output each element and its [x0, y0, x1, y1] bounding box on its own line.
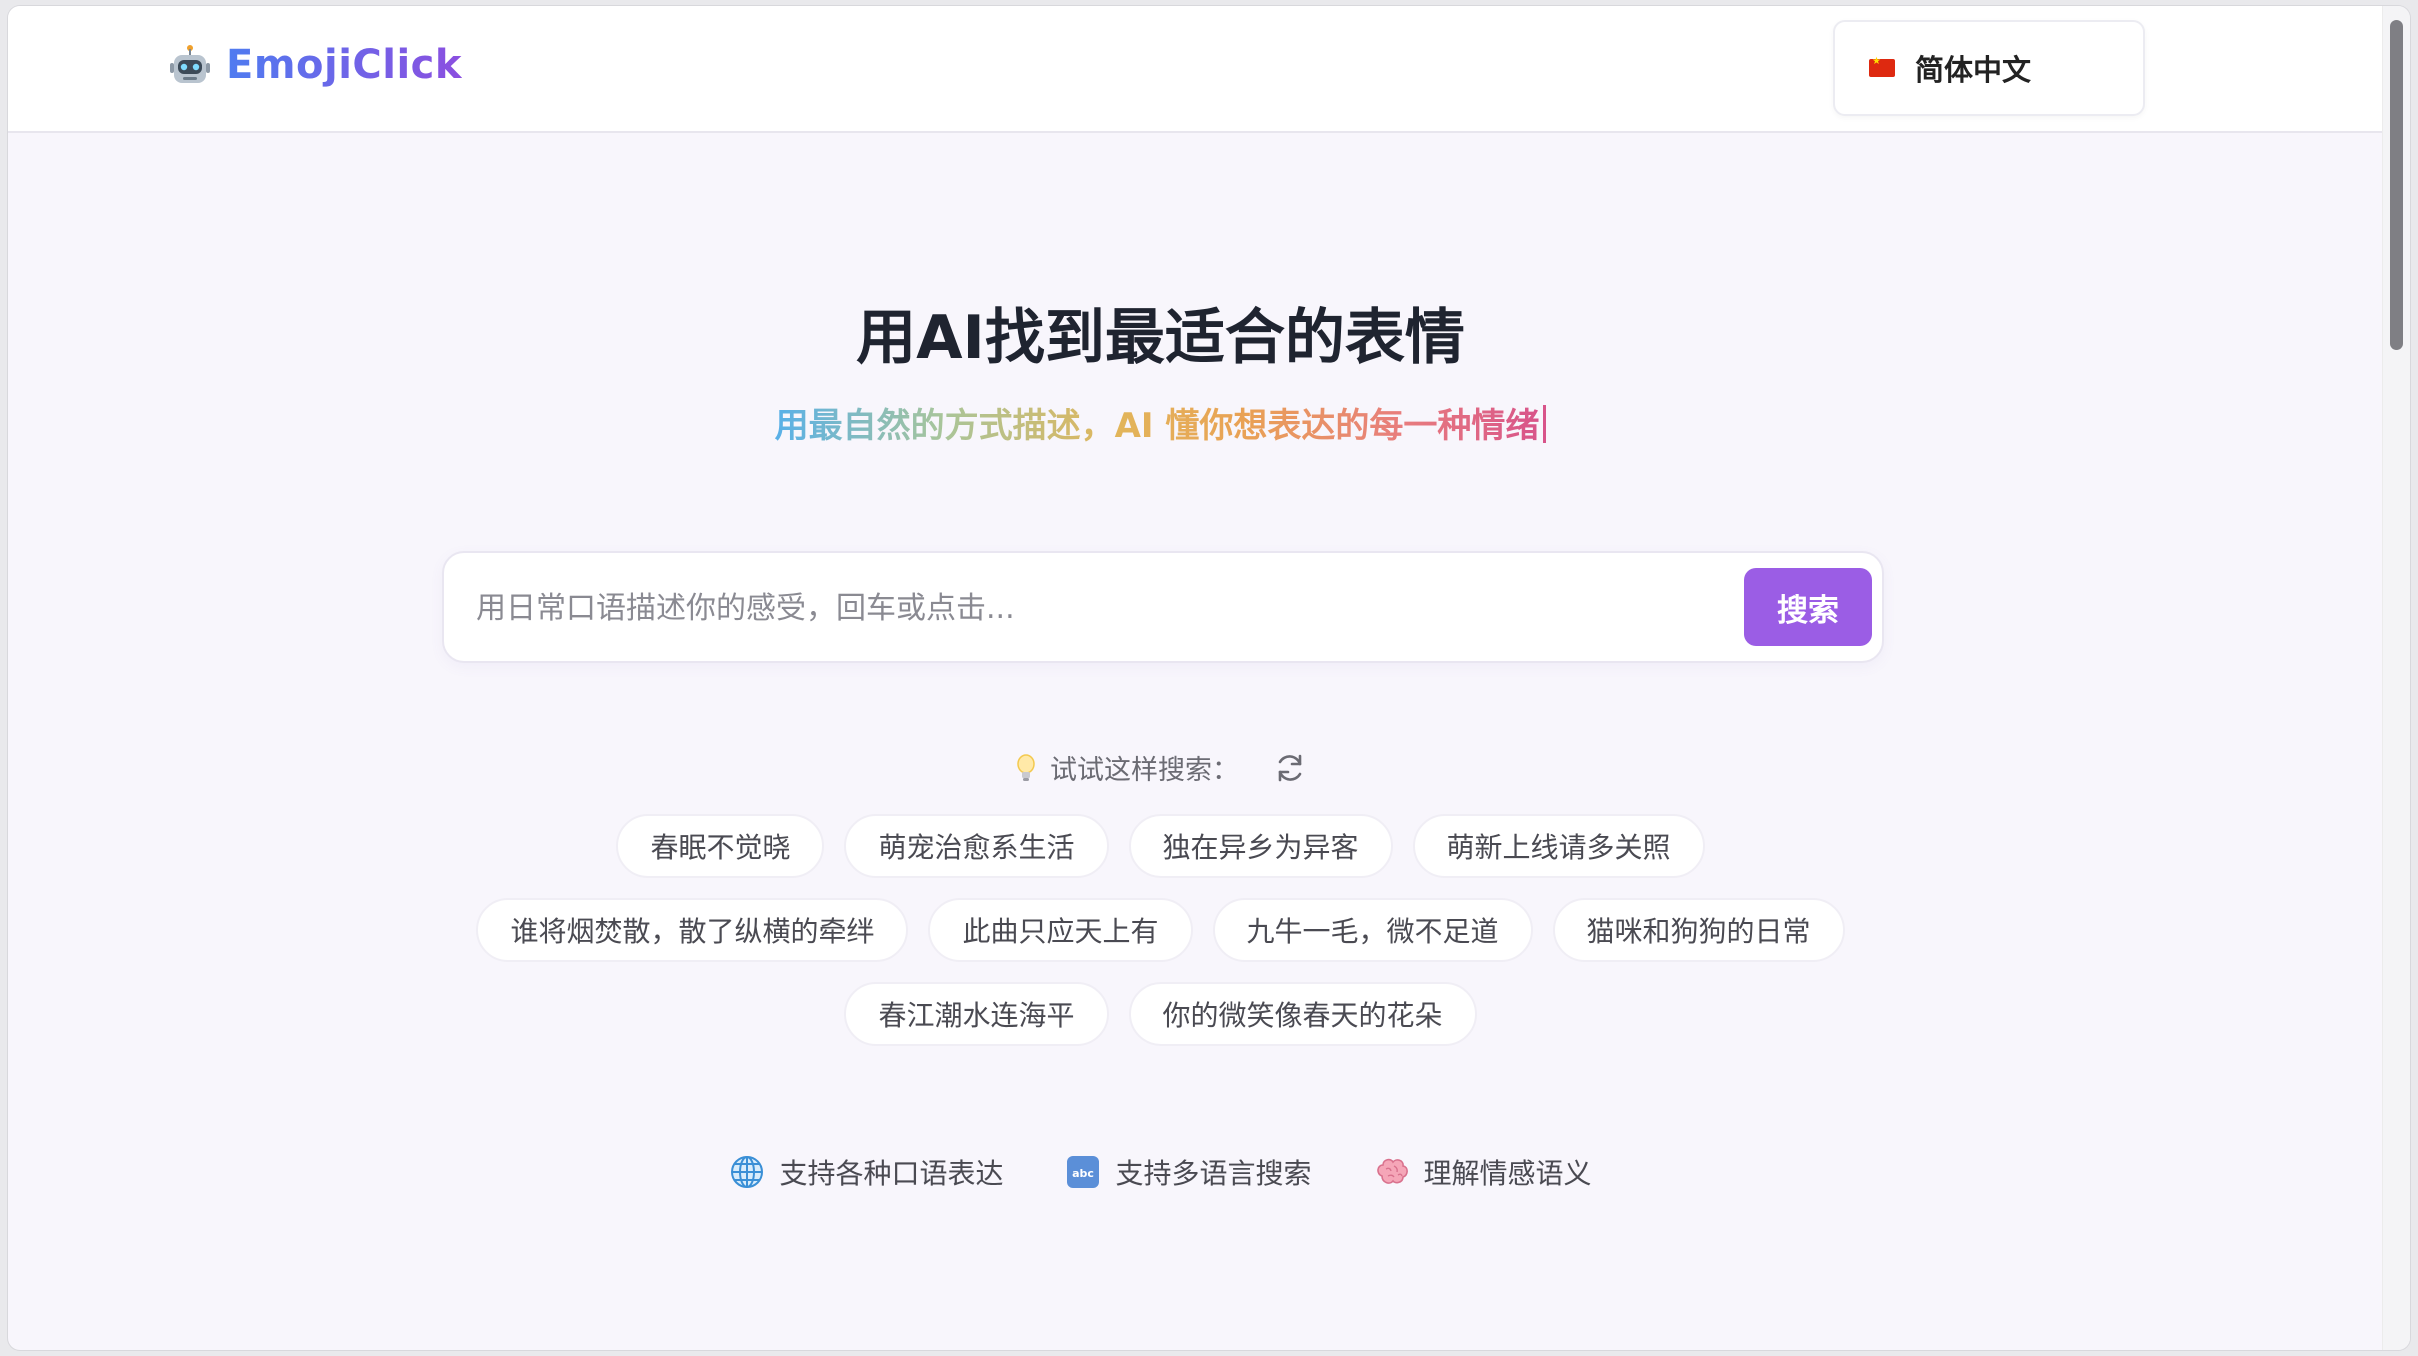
logo-link[interactable]: EmojiClick: [168, 42, 462, 88]
suggestions-header: 试试这样搜索：: [8, 748, 2313, 787]
robot-icon: [170, 45, 210, 83]
globe-icon: [731, 1156, 764, 1188]
suggestion-chip[interactable]: 萌新上线请多关照: [1412, 814, 1705, 878]
refresh-icon[interactable]: [1273, 751, 1307, 785]
search-input[interactable]: [474, 577, 1718, 639]
suggestion-chip[interactable]: 独在异乡为异客: [1128, 814, 1393, 878]
suggestion-chip[interactable]: 春江潮水连海平: [844, 982, 1109, 1046]
abc-icon: abc: [1067, 1156, 1100, 1188]
scrollbar-thumb[interactable]: [2390, 20, 2403, 350]
page-scrollbar[interactable]: [2382, 6, 2410, 1350]
language-selector[interactable]: 简体中文: [1833, 20, 2145, 116]
top-navbar: EmojiClick 简体中文: [8, 6, 2383, 133]
suggestion-chip[interactable]: 九牛一毛，微不足道: [1212, 898, 1533, 962]
suggestion-row-2: 谁将烟焚散，散了纵横的牵绊 此曲只应天上有 九牛一毛，微不足道 猫咪和狗狗的日常: [8, 898, 2313, 962]
cn-flag-icon: [1869, 56, 1895, 77]
page-title: 用AI找到最适合的表情: [856, 303, 1465, 373]
suggestion-row-3: 春江潮水连海平 你的微笑像春天的花朵: [8, 982, 2313, 1046]
suggestion-chip[interactable]: 萌宠治愈系生活: [844, 814, 1109, 878]
suggestion-chip[interactable]: 谁将烟焚散，散了纵横的牵绊: [476, 898, 909, 962]
feature-list: 支持各种口语表达 abc 支持多语言搜索 理解情感语义: [8, 1152, 2313, 1192]
feature-item: 理解情感语义: [1374, 1152, 1592, 1192]
feature-item: 支持各种口语表达: [729, 1152, 1003, 1192]
search-bar: 搜索: [442, 551, 1884, 663]
language-label: 简体中文: [1915, 53, 2032, 87]
suggestions-label: 试试这样搜索：: [1050, 755, 1239, 786]
suggestion-chip[interactable]: 你的微笑像春天的花朵: [1128, 982, 1477, 1046]
page-subtitle: 用最自然的方式描述，AI 懂你想表达的每一种情绪: [8, 398, 2313, 447]
typing-caret: [1543, 405, 1547, 443]
subtitle-text: 用最自然的方式描述，AI 懂你想表达的每一种情绪: [774, 406, 1540, 446]
feature-item: abc 支持多语言搜索: [1065, 1152, 1312, 1192]
lightbulb-icon: [1017, 753, 1035, 781]
search-button[interactable]: 搜索: [1744, 568, 1872, 646]
brand-name[interactable]: EmojiClick: [226, 42, 462, 88]
suggestion-chip[interactable]: 猫咪和狗狗的日常: [1552, 898, 1845, 962]
brain-icon: [1376, 1158, 1408, 1184]
browser-window: EmojiClick 简体中文 用AI找到最适合的表情 用最自然的方式描述，AI…: [8, 6, 2410, 1350]
suggestion-chip[interactable]: 春眠不觉晓: [616, 814, 825, 878]
svg-text:abc: abc: [1073, 1167, 1095, 1180]
feature-label: 支持多语言搜索: [1115, 1157, 1312, 1190]
feature-label: 理解情感语义: [1423, 1157, 1592, 1190]
suggestion-row-1: 春眠不觉晓 萌宠治愈系生活 独在异乡为异客 萌新上线请多关照: [8, 814, 2313, 878]
suggestion-chip[interactable]: 此曲只应天上有: [928, 898, 1193, 962]
feature-label: 支持各种口语表达: [779, 1157, 1004, 1190]
